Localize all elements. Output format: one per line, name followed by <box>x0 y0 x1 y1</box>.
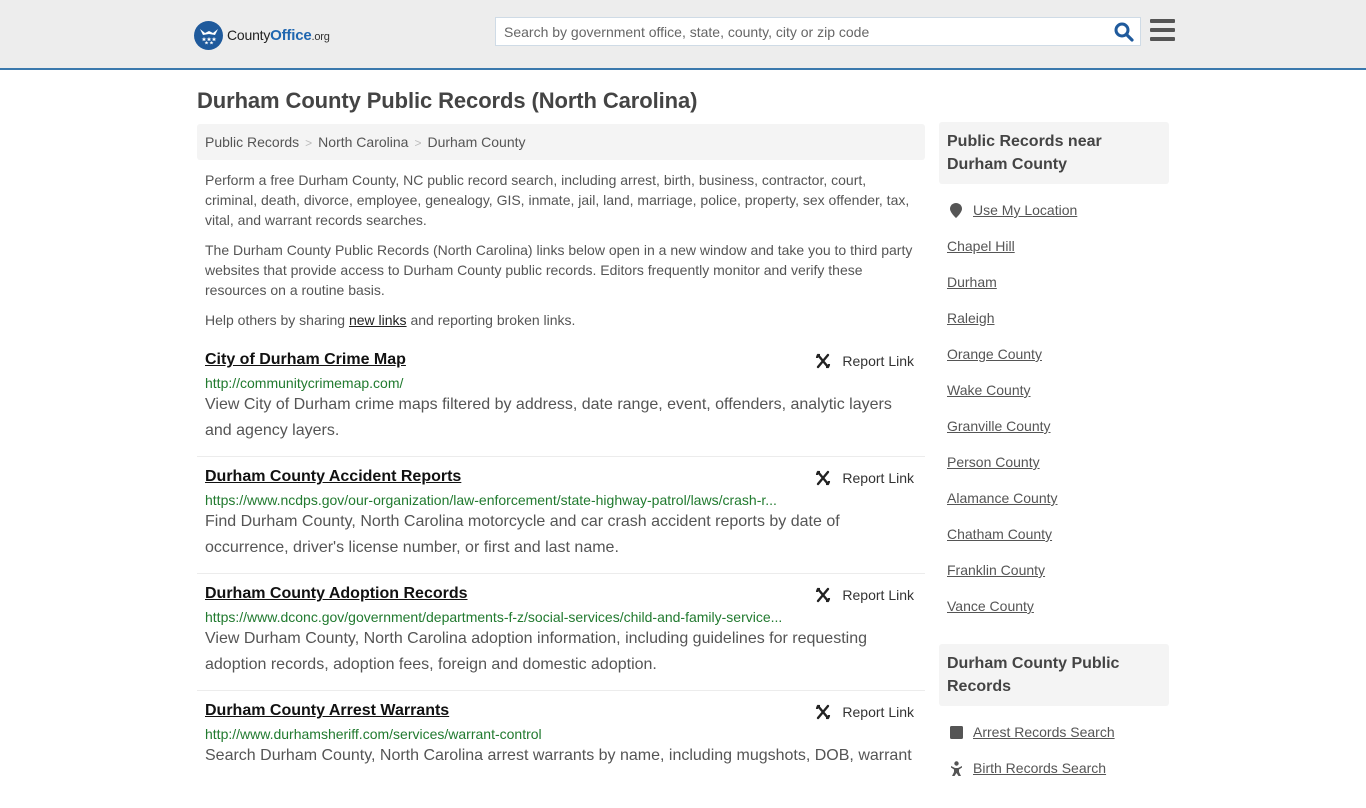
record-item: Durham County Accident Reports Report Li… <box>197 457 925 574</box>
map-pin-icon <box>949 202 963 218</box>
record-description: Search Durham County, North Carolina arr… <box>205 747 912 764</box>
nearby-item: Chapel Hill <box>947 228 1161 264</box>
use-my-location-link[interactable]: Use My Location <box>973 192 1077 228</box>
intro-paragraph-2: The Durham County Public Records (North … <box>205 242 913 298</box>
site-header: CountyOffice.org <box>0 0 1366 70</box>
nearby-item: Person County <box>947 444 1161 480</box>
breadcrumb-current: Durham County <box>427 134 526 150</box>
report-link-label: Report Link <box>842 587 914 603</box>
report-link-button[interactable]: Report Link <box>815 704 914 720</box>
record-title-link[interactable]: City of Durham Crime Map <box>205 351 406 369</box>
square-icon <box>949 725 963 739</box>
nearby-item: Orange County <box>947 336 1161 372</box>
sidebar-nearby: Public Records near Durham County Use My… <box>939 122 1169 624</box>
record-url: https://www.dconc.gov/government/departm… <box>205 609 783 625</box>
nearby-link-vance-county[interactable]: Vance County <box>947 588 1034 624</box>
record-description: View Durham County, North Carolina adopt… <box>205 630 867 673</box>
report-link-label: Report Link <box>842 470 914 486</box>
report-link-label: Report Link <box>842 704 914 720</box>
page-title: Durham County Public Records (North Caro… <box>197 88 698 113</box>
breadcrumb: Public Records > North Carolina > Durham Cou… <box>197 124 925 160</box>
record-url: http://communitycrimemap.com/ <box>205 375 404 391</box>
sidebar-county-records: Durham County Public Records Arrest Reco… <box>939 644 1169 786</box>
intro-text: Perform a free Durham County, NC public … <box>205 170 920 340</box>
menu-bar <box>1150 28 1175 32</box>
records-list: City of Durham Crime Map Report Link htt… <box>197 340 925 808</box>
nearby-item: Vance County <box>947 588 1161 624</box>
nearby-link-durham[interactable]: Durham <box>947 264 997 300</box>
record-item: City of Durham Crime Map Report Link htt… <box>197 340 925 457</box>
nearby-link-chapel-hill[interactable]: Chapel Hill <box>947 228 1015 264</box>
record-item: Durham County Arrest Warrants Report Lin… <box>197 691 925 808</box>
broken-link-icon <box>816 470 831 486</box>
nearby-item: Durham <box>947 264 1161 300</box>
county-record-item: Arrest Records Search <box>947 714 1161 750</box>
logo-suffix: .org <box>311 30 330 43</box>
sidebar-nearby-heading: Public Records near Durham County <box>939 122 1169 184</box>
nearby-link-chatham-county[interactable]: Chatham County <box>947 516 1052 552</box>
search-button[interactable] <box>1114 22 1134 42</box>
nearby-list: Use My Location Chapel Hill Durham Ralei… <box>939 184 1169 624</box>
report-link-button[interactable]: Report Link <box>815 353 914 369</box>
breadcrumb-north-carolina[interactable]: North Carolina <box>318 134 408 150</box>
intro-paragraph-1: Perform a free Durham County, NC public … <box>205 172 910 228</box>
nearby-link-orange-county[interactable]: Orange County <box>947 336 1042 372</box>
record-title-link[interactable]: Durham County Arrest Warrants <box>205 702 449 720</box>
broken-link-icon <box>816 353 831 369</box>
baby-icon <box>949 760 963 776</box>
search-bar <box>495 17 1141 46</box>
nearby-item: Franklin County <box>947 552 1161 588</box>
breadcrumb-separator: > <box>414 136 422 150</box>
intro-paragraph-3: Help others by sharing new links and rep… <box>205 310 920 330</box>
nearby-link-granville-county[interactable]: Granville County <box>947 408 1051 444</box>
intro-p3-text-end: and reporting broken links. <box>406 312 576 328</box>
birth-records-search-link[interactable]: Birth Records Search <box>973 750 1106 786</box>
logo-wordmark: CountyOffice.org <box>227 27 330 44</box>
report-link-button[interactable]: Report Link <box>815 470 914 486</box>
record-description: View City of Durham crime maps filtered … <box>205 396 892 439</box>
menu-bar <box>1150 19 1175 23</box>
nearby-link-wake-county[interactable]: Wake County <box>947 372 1031 408</box>
report-link-label: Report Link <box>842 353 914 369</box>
nearby-item: Alamance County <box>947 480 1161 516</box>
nearby-link-alamance-county[interactable]: Alamance County <box>947 480 1058 516</box>
nearby-item: Chatham County <box>947 516 1161 552</box>
intro-p3-text: Help others by sharing <box>205 312 349 328</box>
arrest-records-search-link[interactable]: Arrest Records Search <box>973 714 1115 750</box>
nearby-link-person-county[interactable]: Person County <box>947 444 1040 480</box>
hamburger-menu-icon[interactable] <box>1150 19 1175 41</box>
logo-prefix: County <box>227 26 271 43</box>
site-logo[interactable]: CountyOffice.org <box>194 20 330 50</box>
record-description: Find Durham County, North Carolina motor… <box>205 513 840 556</box>
new-links-link[interactable]: new links <box>349 312 407 328</box>
record-item: Durham County Adoption Records Report Li… <box>197 574 925 691</box>
record-url: https://www.ncdps.gov/our-organization/l… <box>205 492 777 508</box>
sidebar-county-records-heading: Durham County Public Records <box>939 644 1169 706</box>
eagle-stars-logo-icon <box>194 20 223 50</box>
nearby-item: Raleigh <box>947 300 1161 336</box>
broken-link-icon <box>816 704 831 720</box>
nearby-link-raleigh[interactable]: Raleigh <box>947 300 994 336</box>
menu-bar <box>1150 37 1175 41</box>
record-title-link[interactable]: Durham County Accident Reports <box>205 468 461 486</box>
nearby-item: Granville County <box>947 408 1161 444</box>
logo-bold: Office <box>270 26 312 44</box>
nearby-link-franklin-county[interactable]: Franklin County <box>947 552 1045 588</box>
use-my-location-item: Use My Location <box>947 192 1161 228</box>
breadcrumb-public-records[interactable]: Public Records <box>205 134 299 150</box>
record-title-link[interactable]: Durham County Adoption Records <box>205 585 468 603</box>
report-link-button[interactable]: Report Link <box>815 587 914 603</box>
record-url: http://www.durhamsheriff.com/services/wa… <box>205 726 542 742</box>
county-records-list: Arrest Records Search Birth Records Sear… <box>939 706 1169 786</box>
broken-link-icon <box>816 587 831 603</box>
search-icon <box>1114 22 1134 42</box>
nearby-item: Wake County <box>947 372 1161 408</box>
county-record-item: Birth Records Search <box>947 750 1161 786</box>
breadcrumb-separator: > <box>305 136 313 150</box>
search-input[interactable] <box>496 18 1106 45</box>
